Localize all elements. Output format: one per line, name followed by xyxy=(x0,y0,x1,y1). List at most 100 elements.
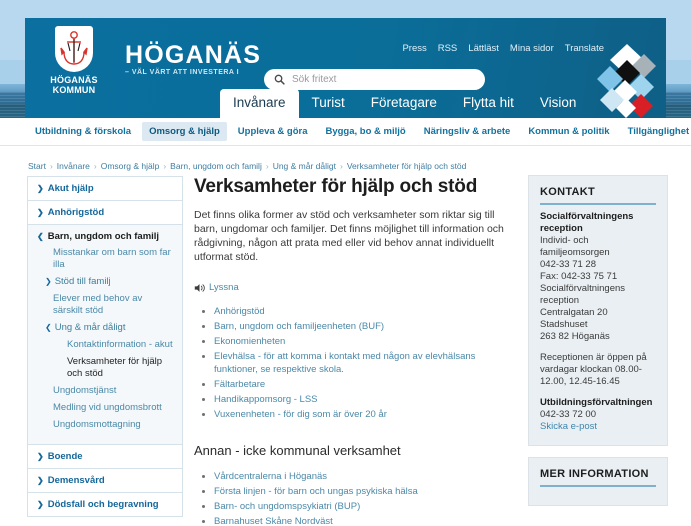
sidebar-item-ungdomsmottagning[interactable]: Ungdomsmottagning xyxy=(53,419,174,431)
more-information-heading: MER INFORMATION xyxy=(540,468,656,487)
more-information-card: MER INFORMATION xyxy=(528,457,668,506)
left-navigation: ❯ Akut hjälp ❯ Anhörigstöd ❮ Barn, ungdom o… xyxy=(27,176,183,517)
utility-link-rss[interactable]: RSS xyxy=(438,43,458,54)
site-wordmark[interactable]: HÖGANÄS – VÄL VÄRT ATT INVESTERA I xyxy=(125,42,261,76)
subnav-tillganglighet[interactable]: Tillgänglighet xyxy=(621,122,691,141)
search-input[interactable] xyxy=(290,73,475,86)
search-box[interactable] xyxy=(264,69,485,90)
list-item[interactable]: Första linjen - för barn och ungas psyki… xyxy=(214,485,516,498)
list-item[interactable]: Barn, ungdom och familjeenheten (BUF) xyxy=(214,320,516,333)
sidebar-item-ung-mar-daligt[interactable]: ❮ Ung & mår dåligt xyxy=(45,322,174,334)
sidebar-item-anhorigstod[interactable]: ❯ Anhörigstöd xyxy=(27,200,183,224)
chevron-right-icon: ❯ xyxy=(37,500,44,509)
contact-fax: Fax: 042-33 75 71 xyxy=(540,271,618,282)
breadcrumb-item-omsorg[interactable]: Omsorg & hjälp xyxy=(101,161,160,171)
sidebar-item-medling-ungdomsbrott[interactable]: Medling vid ungdomsbrott xyxy=(53,402,174,414)
breadcrumb-item-ung-mar-daligt[interactable]: Ung & mår dåligt xyxy=(273,161,336,171)
sidebar-item-barn-ungdom-familj[interactable]: ❮ Barn, ungdom och familj xyxy=(37,231,174,242)
sidebar-label: Kontaktinformation - akut xyxy=(67,339,173,350)
send-email-link[interactable]: Skicka e-post xyxy=(540,421,656,433)
page-root: HÖGANÄS KOMMUN HÖGANÄS – VÄL VÄRT ATT IN… xyxy=(0,0,691,526)
sidebar-item-dodsfall-begravning[interactable]: ❯ Dödsfall och begravning xyxy=(27,492,183,517)
sidebar-item-elever-behov-stod[interactable]: Elever med behov av särskilt stöd xyxy=(53,293,174,317)
utility-links: Press RSS Lättläst Mina sidor Translate xyxy=(402,43,604,54)
contact-dept: Individ- och familjeomsorgen xyxy=(540,235,610,258)
tab-turist[interactable]: Turist xyxy=(299,89,358,118)
sidebar-label: Demensvård xyxy=(47,475,105,486)
contact-dept2-phone: 042-33 72 00 xyxy=(540,409,596,420)
listen-label: Lyssna xyxy=(209,282,239,293)
list-item[interactable]: Handikappomsorg - LSS xyxy=(214,393,516,406)
chevron-down-icon: ❮ xyxy=(45,323,52,332)
wordmark-tagline: – VÄL VÄRT ATT INVESTERA I xyxy=(125,69,240,76)
sidebar-item-demensvard[interactable]: ❯ Demensvård xyxy=(27,468,183,492)
crest-text: HÖGANÄS KOMMUN xyxy=(45,75,103,95)
list-item[interactable]: Barnahuset Skåne Nordväst xyxy=(214,515,516,526)
sidebar-label: Barn, ungdom och familj xyxy=(47,231,160,242)
wordmark-text: HÖGANÄS xyxy=(125,41,262,69)
breadcrumb: Start › Invånare › Omsorg & hjälp › Barn, ungd… xyxy=(28,161,668,171)
municipal-crest-logo[interactable]: HÖGANÄS KOMMUN xyxy=(45,26,103,114)
utility-link-press[interactable]: Press xyxy=(402,43,426,54)
list-item[interactable]: Vuxenenheten - för dig som är över 20 år xyxy=(214,408,516,421)
list-item[interactable]: Vårdcentralerna i Höganäs xyxy=(214,470,516,483)
subnav-bygga-bo-miljo[interactable]: Bygga, bo & miljö xyxy=(318,122,412,141)
secondary-links-list: Vårdcentralerna i Höganäs Första linjen … xyxy=(194,470,516,526)
chevron-down-icon: ❮ xyxy=(37,232,44,241)
breadcrumb-item-start[interactable]: Start xyxy=(28,161,46,171)
utility-link-mina-sidor[interactable]: Mina sidor xyxy=(510,43,554,54)
crest-line-1: HÖGANÄS xyxy=(50,75,98,85)
sidebar-item-stod-till-familj[interactable]: ❯ Stöd till familj xyxy=(45,276,174,288)
chevron-right-icon: ❯ xyxy=(37,208,44,217)
breadcrumb-item-barn-ungdom[interactable]: Barn, ungdom och familj xyxy=(170,161,262,171)
contact-dept2-name: Utbildningsförvaltningen xyxy=(540,397,653,408)
tab-foretagare[interactable]: Företagare xyxy=(358,89,450,118)
sidebar-label: Stöd till familj xyxy=(54,276,111,287)
primary-tabs: Invånare Turist Företagare Flytta hit Vi… xyxy=(220,89,589,118)
sidebar-item-misstankar-barn[interactable]: Misstankar om barn som far illa xyxy=(53,247,174,271)
sidebar-label: Ungdomsmottagning xyxy=(53,419,141,430)
sidebar-label: Medling vid ungdomsbrott xyxy=(53,402,162,413)
contact-hours: Receptionen är öppen på vardagar klockan… xyxy=(540,352,647,387)
sidebar-item-kontaktinformation-akut[interactable]: Kontaktinformation - akut xyxy=(67,339,174,351)
subnav-utbildning-forskola[interactable]: Utbildning & förskola xyxy=(28,122,138,141)
utility-link-lattlast[interactable]: Lättläst xyxy=(468,43,499,54)
breadcrumb-separator: › xyxy=(163,161,167,171)
contact-card: KONTAKT Socialförvaltningens reception I… xyxy=(528,175,668,446)
sidebar-label: Anhörigstöd xyxy=(47,207,105,218)
sidebar-label: Akut hjälp xyxy=(47,183,94,194)
contact-card-heading: KONTAKT xyxy=(540,186,656,205)
sidebar-item-ungdomstjanst[interactable]: Ungdomstjänst xyxy=(53,385,174,397)
subnav-omsorg-hjalp[interactable]: Omsorg & hjälp xyxy=(142,122,227,141)
tab-vision[interactable]: Vision xyxy=(527,89,590,118)
tab-flytta-hit[interactable]: Flytta hit xyxy=(450,89,527,118)
breadcrumb-separator: › xyxy=(93,161,97,171)
secondary-nav: Utbildning & förskola Omsorg & hjälp Upp… xyxy=(0,118,691,146)
subnav-uppleva-gora[interactable]: Uppleva & göra xyxy=(231,122,315,141)
sidebar-label: Boende xyxy=(47,451,83,462)
sidebar-label: Elever med behov av särskilt stöd xyxy=(53,293,143,316)
breadcrumb-item-invanare[interactable]: Invånare xyxy=(57,161,90,171)
list-item[interactable]: Anhörigstöd xyxy=(214,305,516,318)
list-item[interactable]: Ekonomienheten xyxy=(214,335,516,348)
breadcrumb-separator: › xyxy=(265,161,269,171)
breadcrumb-item-current: Verksamheter för hjälp och stöd xyxy=(346,161,467,171)
subnav-naringsliv-arbete[interactable]: Näringsliv & arbete xyxy=(417,122,518,141)
sidebar-label: Ung & mår dåligt xyxy=(54,322,126,333)
list-item[interactable]: Elevhälsa - för att komma i kontakt med … xyxy=(214,350,516,376)
sidebar-label: Ungdomstjänst xyxy=(53,385,117,396)
listen-button[interactable]: Lyssna xyxy=(194,282,516,293)
subnav-kommun-politik[interactable]: Kommun & politik xyxy=(521,122,616,141)
sidebar-item-boende[interactable]: ❯ Boende xyxy=(27,444,183,468)
sidebar-label: Dödsfall och begravning xyxy=(47,499,159,510)
sidebar-item-verksamheter-hjalp-stod[interactable]: Verksamheter för hjälp och stöd xyxy=(67,356,174,380)
list-item[interactable]: Fältarbetare xyxy=(214,378,516,391)
chevron-right-icon: ❯ xyxy=(37,452,44,461)
page-body: ❯ Akut hjälp ❯ Anhörigstöd ❮ Barn, ungdom o… xyxy=(0,175,691,526)
shield-icon xyxy=(55,26,93,72)
tab-invanare[interactable]: Invånare xyxy=(220,89,299,118)
breadcrumb-separator: › xyxy=(340,161,343,171)
sidebar-item-akut-hjalp[interactable]: ❯ Akut hjälp xyxy=(27,176,183,200)
list-item[interactable]: Barn- och ungdomspsykiatri (BUP) xyxy=(214,500,516,513)
intro-paragraph: Det finns olika former av stöd och verks… xyxy=(194,209,504,263)
